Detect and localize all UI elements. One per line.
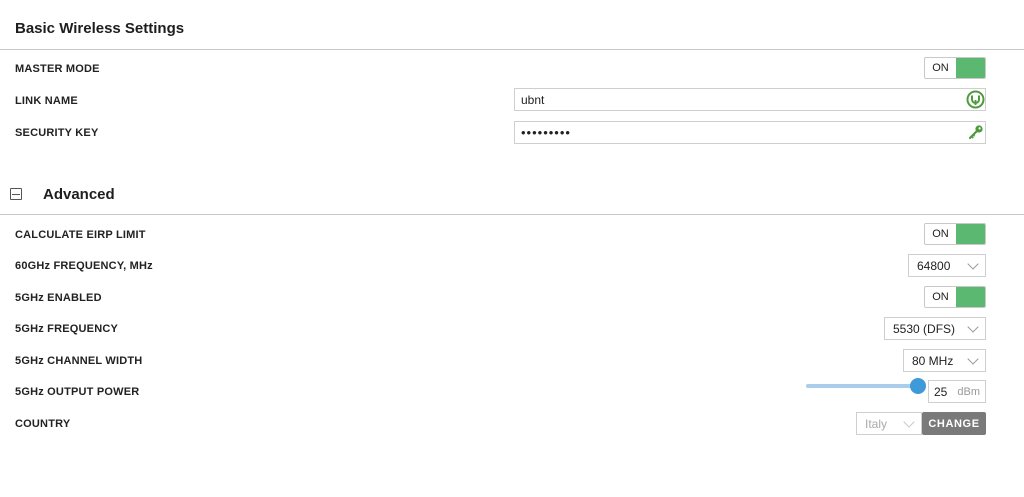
calculate-eirp-label: CALCULATE EIRP LIMIT	[15, 229, 146, 241]
freq-5-value: 5530 (DFS)	[893, 321, 956, 336]
freq-5-select[interactable]: 5530 (DFS)	[884, 317, 986, 340]
power-input[interactable]: 25 dBm	[928, 380, 986, 403]
toggle-on-text: ON	[932, 291, 949, 303]
collapse-icon[interactable]	[10, 188, 22, 200]
chevron-down-icon	[903, 415, 915, 428]
country-value: Italy	[865, 416, 888, 431]
chevron-down-icon	[967, 320, 979, 333]
security-key-input[interactable]: •••••••••	[514, 121, 986, 144]
link-name-input[interactable]: ubnt	[514, 88, 986, 111]
freq-60-label: 60GHz FREQUENCY, MHz	[15, 260, 153, 272]
power-unit: dBm	[957, 385, 980, 398]
toggle-on-text: ON	[932, 228, 949, 240]
security-key-value: •••••••••	[521, 125, 571, 140]
enabled-5-toggle[interactable]: ON	[924, 286, 986, 308]
toggle-on-text: ON	[932, 62, 949, 74]
link-name-label: LINK NAME	[15, 95, 78, 107]
change-country-button[interactable]: CHANGE	[922, 412, 986, 435]
ubnt-logo-icon	[966, 90, 985, 109]
power-5-label: 5GHz OUTPUT POWER	[15, 386, 140, 398]
toggle-knob	[956, 58, 985, 78]
basic-section-title: Basic Wireless Settings	[15, 20, 185, 37]
security-key-label: SECURITY KEY	[15, 127, 99, 139]
power-value: 25	[934, 384, 948, 399]
advanced-section-title[interactable]: Advanced	[43, 186, 115, 203]
freq-60-select[interactable]: 64800	[908, 254, 986, 277]
toggle-knob	[956, 224, 985, 244]
link-name-value: ubnt	[521, 92, 545, 107]
chevron-down-icon	[967, 257, 979, 270]
width-5-label: 5GHz CHANNEL WIDTH	[15, 355, 143, 367]
advanced-divider	[0, 214, 1024, 215]
key-icon[interactable]	[968, 124, 984, 140]
power-slider-track[interactable]	[806, 384, 918, 388]
freq-60-value: 64800	[917, 258, 951, 273]
width-5-value: 80 MHz	[912, 353, 954, 368]
power-slider-thumb[interactable]	[910, 378, 926, 394]
toggle-knob	[956, 287, 985, 307]
freq-5-label: 5GHz FREQUENCY	[15, 323, 119, 335]
master-mode-label: MASTER MODE	[15, 63, 100, 75]
country-select: Italy	[856, 412, 922, 435]
master-mode-toggle[interactable]: ON	[924, 57, 986, 79]
basic-divider	[0, 49, 1024, 50]
width-5-select[interactable]: 80 MHz	[903, 349, 986, 372]
enabled-5-label: 5GHz ENABLED	[15, 292, 102, 304]
calculate-eirp-toggle[interactable]: ON	[924, 223, 986, 245]
country-label: COUNTRY	[15, 418, 71, 430]
chevron-down-icon	[967, 352, 979, 365]
